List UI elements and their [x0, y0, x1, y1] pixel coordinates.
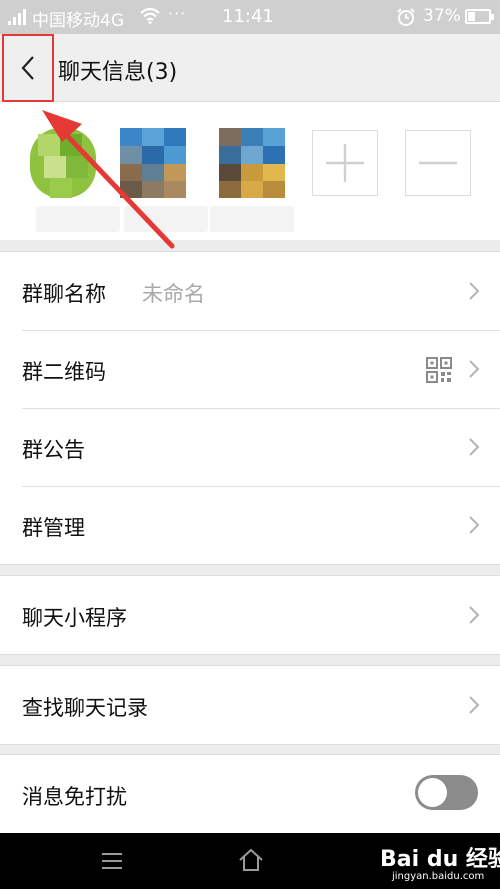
group-announcement-row[interactable]: 群公告: [0, 408, 500, 486]
baidu-watermark: Bai du 经验 jingyan.baidu.com: [378, 841, 500, 885]
member-name: [124, 206, 208, 232]
signal-icon: [8, 9, 26, 25]
group-qr-code-row[interactable]: 群二维码: [0, 330, 500, 408]
group-management-row[interactable]: 群管理: [0, 486, 500, 564]
watermark-main: Bai du 经验: [380, 847, 500, 872]
add-member-button[interactable]: [312, 130, 378, 196]
battery-icon: [465, 9, 494, 24]
group-name-label: 群聊名称: [22, 282, 106, 306]
back-button[interactable]: [2, 34, 54, 102]
member-avatar[interactable]: [219, 128, 285, 198]
chevron-right-icon: [469, 606, 480, 624]
status-time: 11:41: [222, 6, 274, 27]
carrier-name: 中国移动4G: [32, 11, 124, 31]
member-name: [36, 206, 120, 232]
more-status-dots: ···: [168, 4, 187, 23]
chevron-right-icon: [469, 360, 480, 378]
mute-notifications-toggle[interactable]: [415, 775, 478, 810]
minus-icon: [419, 161, 457, 165]
chevron-right-icon: [469, 696, 480, 714]
member-name: [210, 206, 294, 232]
mute-notifications-label: 消息免打扰: [22, 785, 127, 809]
group-name-row[interactable]: 群聊名称 未命名: [0, 252, 500, 330]
members-panel: [0, 102, 500, 240]
group-settings-list: 群聊名称 未命名 群二维码 群公告 群管理: [0, 251, 500, 565]
page-title: 聊天信息(3): [58, 60, 178, 85]
chat-info-header: 聊天信息(3): [0, 34, 500, 102]
group-announcement-label: 群公告: [22, 438, 85, 462]
remove-member-button[interactable]: [405, 130, 471, 196]
plus-icon: [326, 144, 364, 182]
member-avatar[interactable]: [120, 128, 186, 198]
search-chat-history-row[interactable]: 查找聊天记录: [0, 666, 500, 744]
toggle-knob: [418, 778, 447, 807]
chevron-right-icon: [469, 516, 480, 534]
search-history-section: 查找聊天记录: [0, 665, 500, 745]
search-chat-history-label: 查找聊天记录: [22, 696, 148, 720]
group-name-value: 未命名: [142, 282, 205, 306]
group-management-label: 群管理: [22, 516, 85, 540]
qr-code-icon: [426, 357, 452, 383]
group-qr-code-label: 群二维码: [22, 360, 106, 384]
wifi-icon: [140, 8, 160, 24]
mini-programs-label: 聊天小程序: [22, 606, 127, 630]
mini-programs-row[interactable]: 聊天小程序: [0, 576, 500, 654]
watermark-url: jingyan.baidu.com: [392, 871, 485, 882]
menu-icon[interactable]: [101, 852, 123, 870]
battery-percent: 37%: [423, 6, 461, 26]
status-bar: 中国移动4G ··· 11:41 37%: [0, 0, 500, 34]
mini-programs-section: 聊天小程序: [0, 575, 500, 655]
member-avatar[interactable]: [30, 128, 96, 198]
chevron-right-icon: [469, 438, 480, 456]
mute-notifications-row: 消息免打扰: [0, 755, 500, 833]
home-icon[interactable]: [238, 848, 264, 872]
chevron-left-icon: [21, 56, 34, 80]
chevron-right-icon: [469, 282, 480, 300]
mute-section: 消息免打扰: [0, 754, 500, 833]
system-nav-bar: Bai du 经验 jingyan.baidu.com: [0, 833, 500, 889]
alarm-icon: [397, 8, 415, 26]
